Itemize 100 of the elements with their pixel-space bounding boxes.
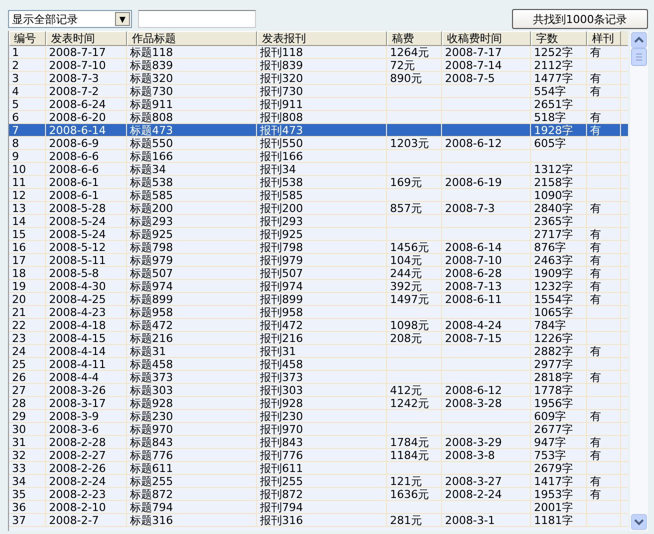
table-cell: 2679字: [534, 462, 573, 475]
table-row[interactable]: 15 2008-5-24 标题925 报刊925 2717字 有: [9, 228, 628, 241]
table-cell: 报刊974: [260, 280, 303, 293]
table-row[interactable]: 2 2008-7-10 标题839 报刊839 72元 2008-7-14 2112字: [9, 59, 628, 72]
column-header[interactable]: 稿费: [387, 31, 442, 46]
table-cell: 2463字: [534, 254, 573, 267]
table-cell: 36: [12, 501, 26, 514]
table-cell: 1928字: [534, 124, 573, 137]
column-header[interactable]: 样刊: [587, 31, 621, 46]
table-cell: 2008-3-9: [49, 410, 99, 423]
table-cell: 605字: [534, 137, 566, 150]
table-row[interactable]: 17 2008-5-11 标题979 报刊979 104元 2008-7-10 2463字 有: [9, 254, 628, 267]
table-cell: 35: [12, 488, 26, 501]
table-cell: 2717字: [534, 228, 573, 241]
table-row[interactable]: 36 2008-2-10 标题794 报刊794 2001字: [9, 501, 628, 514]
table-cell: 2008-3-17: [49, 397, 106, 410]
table-row[interactable]: 31 2008-2-28 标题843 报刊843 1784元 2008-3-29 947字 有: [9, 436, 628, 449]
table-cell: 28: [12, 397, 26, 410]
table-cell: 24: [12, 345, 26, 358]
table-row[interactable]: 35 2008-2-23 标题872 报刊872 1636元 2008-2-24 1953字 有: [9, 488, 628, 501]
table-row[interactable]: 7 2008-6-14 标题473 报刊473 1928字 有: [9, 124, 628, 137]
column-header[interactable]: 收稿费时间: [442, 31, 531, 46]
table-row[interactable]: 9 2008-6-6 标题166 报刊166: [9, 150, 628, 163]
table-row[interactable]: 28 2008-3-17 标题928 报刊928 1242元 2008-3-28 1956字: [9, 397, 628, 410]
filter-dropdown[interactable]: 显示全部记录 ▼: [8, 10, 132, 28]
table-cell: 2008-6-14: [49, 124, 106, 137]
table-cell: 518字: [534, 111, 566, 124]
table-cell: 标题538: [130, 176, 173, 189]
table-cell: 报刊373: [260, 371, 303, 384]
column-header[interactable]: 字数: [531, 31, 587, 46]
table-cell: 392元: [390, 280, 422, 293]
table-cell: 标题970: [130, 423, 173, 436]
table-cell: 2008-6-28: [445, 267, 502, 280]
column-header[interactable]: 编号: [9, 31, 46, 46]
table-cell: 169元: [390, 176, 422, 189]
table-cell: 报刊255: [260, 475, 303, 488]
table-row[interactable]: 10 2008-6-6 标题34 报刊34 1312字: [9, 163, 628, 176]
table-cell: 1497元: [390, 293, 429, 306]
table-row[interactable]: 22 2008-4-18 标题472 报刊472 1098元 2008-4-24 784字: [9, 319, 628, 332]
table-cell: 报刊911: [260, 98, 303, 111]
table-cell: 2008-6-24: [49, 98, 106, 111]
table-cell: 报刊118: [260, 46, 303, 59]
column-header[interactable]: 作品标题: [127, 31, 257, 46]
table-cell: 1203元: [390, 137, 429, 150]
column-header[interactable]: 发表报刊: [257, 31, 387, 46]
table-cell: 有: [590, 280, 601, 293]
table-cell: 2008-7-3: [49, 72, 99, 85]
table-row[interactable]: 4 2008-7-2 标题730 报刊730 554字 有: [9, 85, 628, 98]
search-field[interactable]: [138, 10, 256, 28]
table-row[interactable]: 3 2008-7-3 标题320 报刊320 890元 2008-7-5 1477字 有: [9, 72, 628, 85]
table-cell: 有: [590, 111, 601, 124]
scroll-down-icon[interactable]: [631, 514, 647, 530]
table-row[interactable]: 11 2008-6-1 标题538 报刊538 169元 2008-6-19 2158字: [9, 176, 628, 189]
table-row[interactable]: 13 2008-5-28 标题200 报刊200 857元 2008-7-3 2840字 有: [9, 202, 628, 215]
table-cell: 2008-3-8: [445, 449, 495, 462]
table-cell: 标题320: [130, 72, 173, 85]
table-cell: 有: [590, 72, 601, 85]
table-cell: 2001字: [534, 501, 573, 514]
scroll-thumb[interactable]: [631, 48, 647, 66]
table-row[interactable]: 12 2008-6-1 标题585 报刊585 1090字: [9, 189, 628, 202]
table-cell: 标题230: [130, 410, 173, 423]
table-cell: 标题839: [130, 59, 173, 72]
scrollbar[interactable]: [630, 31, 648, 531]
table-row[interactable]: 37 2008-2-7 标题316 报刊316 281元 2008-3-1 1181字: [9, 514, 628, 527]
table-cell: 22: [12, 319, 26, 332]
table-cell: 2008-3-6: [49, 423, 99, 436]
table-cell: 2008-6-11: [445, 293, 502, 306]
table-row[interactable]: 8 2008-6-9 标题550 报刊550 1203元 2008-6-12 605字: [9, 137, 628, 150]
table-cell: 报刊316: [260, 514, 303, 527]
table-row[interactable]: 20 2008-4-25 标题899 报刊899 1497元 2008-6-11 1554字 有: [9, 293, 628, 306]
table-cell: 标题928: [130, 397, 173, 410]
table-row[interactable]: 30 2008-3-6 标题970 报刊970 2677字: [9, 423, 628, 436]
table-cell: 标题872: [130, 488, 173, 501]
column-header[interactable]: 发表时间: [46, 31, 127, 46]
table-cell: 报刊899: [260, 293, 303, 306]
table-row[interactable]: 26 2008-4-4 标题373 报刊373 2818字 有: [9, 371, 628, 384]
table-cell: 1909字: [534, 267, 573, 280]
scroll-up-icon[interactable]: [631, 32, 647, 48]
table-row[interactable]: 32 2008-2-27 标题776 报刊776 1184元 2008-3-8 753字 有: [9, 449, 628, 462]
table-cell: 1784元: [390, 436, 429, 449]
table-row[interactable]: 16 2008-5-12 标题798 报刊798 1456元 2008-6-14 876字 有: [9, 241, 628, 254]
table-row[interactable]: 33 2008-2-26 标题611 报刊611 2679字: [9, 462, 628, 475]
table-row[interactable]: 29 2008-3-9 标题230 报刊230 609字 有: [9, 410, 628, 423]
table-row[interactable]: 18 2008-5-8 标题507 报刊507 244元 2008-6-28 1909字 有: [9, 267, 628, 280]
table-cell: 报刊798: [260, 241, 303, 254]
table-cell: 2008-7-17: [49, 46, 106, 59]
table-row[interactable]: 27 2008-3-26 标题303 报刊303 412元 2008-6-12 1778字: [9, 384, 628, 397]
table-row[interactable]: 24 2008-4-14 标题31 报刊31 2882字 有: [9, 345, 628, 358]
table-row[interactable]: 5 2008-6-24 标题911 报刊911 2651字: [9, 98, 628, 111]
table-row[interactable]: 34 2008-2-24 标题255 报刊255 121元 2008-3-27 1417字 有: [9, 475, 628, 488]
table-cell: 2008-7-15: [445, 332, 502, 345]
table-row[interactable]: 23 2008-4-15 标题216 报刊216 208元 2008-7-15 1226字: [9, 332, 628, 345]
table-row[interactable]: 1 2008-7-17 标题118 报刊118 1264元 2008-7-17 1252字 有: [9, 46, 628, 59]
table-cell: 2008-7-10: [445, 254, 502, 267]
table-cell: 报刊611: [260, 462, 303, 475]
table-row[interactable]: 25 2008-4-11 标题458 报刊458 2977字: [9, 358, 628, 371]
table-row[interactable]: 21 2008-4-23 标题958 报刊958 1065字: [9, 306, 628, 319]
table-row[interactable]: 19 2008-4-30 标题974 报刊974 392元 2008-7-13 1232字 有: [9, 280, 628, 293]
result-count-button[interactable]: 共找到1000条记录: [512, 9, 648, 29]
table-row[interactable]: 14 2008-5-24 标题293 报刊293 2365字: [9, 215, 628, 228]
